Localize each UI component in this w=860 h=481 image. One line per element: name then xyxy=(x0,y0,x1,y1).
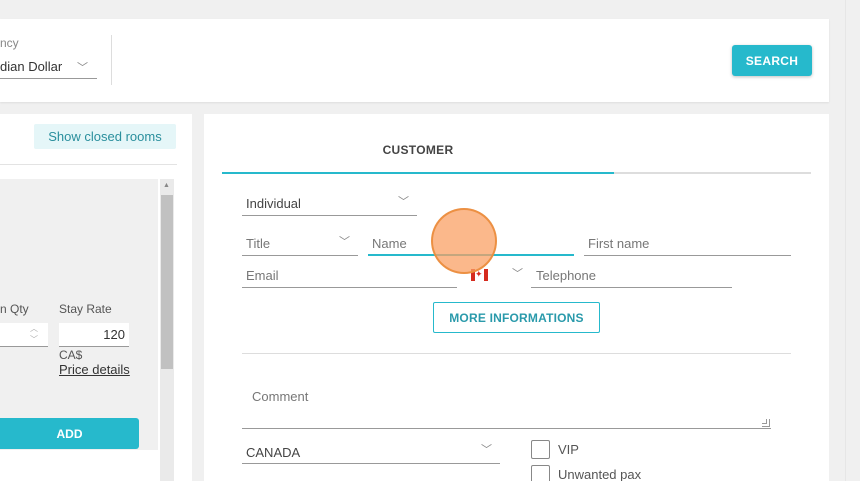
resize-handle-icon[interactable] xyxy=(762,419,770,427)
chevron-down-icon: ﹀ xyxy=(512,268,523,280)
unwanted-pax-label: Unwanted pax xyxy=(558,467,642,481)
unwanted-pax-row[interactable]: Unwanted pax xyxy=(531,465,641,481)
scrollbar-thumb[interactable] xyxy=(161,195,173,369)
unwanted-pax-checkbox[interactable] xyxy=(531,465,550,481)
scroll-up-icon[interactable]: ▲ xyxy=(163,182,170,189)
chevron-down-icon: ﹀ xyxy=(77,62,88,74)
tab-customer[interactable]: CUSTOMER xyxy=(222,143,614,157)
stay-rate-label: Stay Rate xyxy=(59,302,112,316)
divider xyxy=(242,353,791,354)
canada-flag-icon xyxy=(471,268,488,281)
customer-type-value: Individual xyxy=(246,196,301,211)
telephone-input[interactable]: Telephone xyxy=(531,264,732,288)
currency-label: ncy xyxy=(0,36,19,50)
qty-label: n Qty xyxy=(0,302,29,316)
currency-select[interactable]: dian Dollar ﹀ xyxy=(0,56,97,79)
first-name-input[interactable]: First name xyxy=(584,232,791,256)
more-informations-button[interactable]: MORE INFORMATIONS xyxy=(433,302,600,333)
qty-stepper[interactable]: ︿ ﹀ xyxy=(0,323,48,347)
vip-row[interactable]: VIP xyxy=(531,440,579,459)
telephone-placeholder: Telephone xyxy=(536,268,596,283)
divider xyxy=(0,164,177,165)
chevron-down-icon: ﹀ xyxy=(398,196,409,208)
price-details-link[interactable]: Price details xyxy=(59,362,130,377)
comment-textarea[interactable]: Comment xyxy=(242,381,771,429)
email-input[interactable]: Email xyxy=(242,264,457,288)
name-input[interactable]: Name xyxy=(368,232,574,256)
currency-value: dian Dollar xyxy=(0,59,63,74)
search-bar-card: ncy dian Dollar ﹀ SEARCH xyxy=(0,19,829,102)
country-select[interactable]: CANADA ﹀ xyxy=(242,440,500,464)
stay-rate-input[interactable]: 120 xyxy=(59,323,129,347)
customer-type-select[interactable]: Individual ﹀ xyxy=(242,192,417,216)
chevron-down-icon: ﹀ xyxy=(339,236,350,248)
phone-country-select[interactable]: ﹀ xyxy=(467,264,531,288)
chevron-down-icon: ﹀ xyxy=(481,444,492,456)
room-rate-box: n Qty ︿ ﹀ Stay Rate 120 CA$ Price detail… xyxy=(0,179,158,450)
add-button[interactable]: ADD xyxy=(0,418,139,449)
search-button[interactable]: SEARCH xyxy=(732,45,812,76)
customer-panel: CUSTOMER Individual ﹀ Title ﹀ Name First… xyxy=(204,114,829,481)
vip-label: VIP xyxy=(558,442,579,457)
tab-track xyxy=(614,172,811,174)
page-scrollbar[interactable] xyxy=(845,0,860,481)
show-closed-rooms-button[interactable]: Show closed rooms xyxy=(34,124,176,149)
chevron-down-icon[interactable]: ﹀ xyxy=(30,334,38,345)
divider xyxy=(111,35,112,85)
tab-indicator xyxy=(222,172,614,174)
name-placeholder: Name xyxy=(372,236,407,251)
currency-symbol: CA$ xyxy=(59,348,83,362)
title-select[interactable]: Title ﹀ xyxy=(242,232,358,256)
title-placeholder: Title xyxy=(246,236,271,251)
rooms-panel: Show closed rooms n Qty ︿ ﹀ Stay Rate 12… xyxy=(0,114,192,481)
chevron-up-icon[interactable]: ︿ xyxy=(30,323,38,334)
first-name-placeholder: First name xyxy=(588,236,650,251)
country-value: CANADA xyxy=(246,445,301,460)
email-placeholder: Email xyxy=(246,268,279,283)
vip-checkbox[interactable] xyxy=(531,440,550,459)
comment-placeholder: Comment xyxy=(252,389,309,404)
scrollbar[interactable]: ▲ xyxy=(160,179,174,481)
